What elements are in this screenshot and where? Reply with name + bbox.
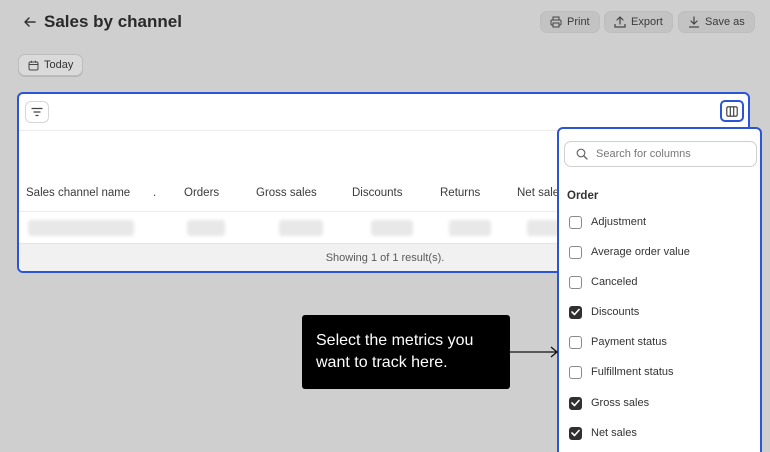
column-header[interactable]: .	[153, 187, 156, 199]
page-title: Sales by channel	[44, 12, 182, 31]
checkbox-checked[interactable]	[569, 305, 582, 319]
column-header[interactable]: Returns	[440, 187, 480, 199]
header-divider	[19, 211, 559, 212]
checkmark-icon	[571, 429, 580, 437]
download-icon	[689, 16, 699, 28]
column-option-adjustment[interactable]: Adjustment	[569, 214, 646, 230]
blurred-cell	[279, 220, 323, 236]
option-label: Fulfillment status	[591, 366, 674, 378]
calendar-icon	[28, 60, 39, 70]
blurred-cell	[371, 220, 413, 236]
checkbox-checked[interactable]	[569, 426, 582, 440]
column-header[interactable]: Discounts	[352, 187, 403, 199]
printer-icon	[550, 16, 562, 28]
checkbox-checked[interactable]	[569, 396, 582, 410]
checkmark-icon	[571, 399, 580, 407]
column-option-discounts[interactable]: Discounts	[569, 304, 639, 320]
export-button[interactable]: Export	[604, 11, 673, 33]
export-label: Export	[631, 16, 663, 28]
section-title: Order	[567, 190, 599, 202]
upload-icon	[614, 16, 626, 28]
save-as-label: Save as	[705, 16, 745, 28]
checkbox[interactable]	[569, 215, 582, 229]
option-label: Canceled	[591, 276, 638, 288]
report-page: Sales by channel Print Export Save as To…	[0, 0, 770, 452]
option-label: Adjustment	[591, 216, 647, 228]
column-header[interactable]: Orders	[184, 187, 219, 199]
checkmark-icon	[571, 308, 580, 316]
column-header[interactable]: Sales channel name	[26, 187, 130, 199]
checkbox[interactable]	[569, 245, 582, 259]
column-option-fulfillment-status[interactable]: Fulfillment status	[569, 364, 674, 380]
search-icon	[576, 148, 588, 160]
filter-button[interactable]	[25, 101, 49, 123]
print-label: Print	[567, 16, 590, 28]
blurred-cell	[449, 220, 491, 236]
columns-button[interactable]	[720, 100, 744, 122]
search-placeholder: Search for columns	[596, 148, 691, 160]
checkbox[interactable]	[569, 365, 582, 379]
option-label: Net sales	[591, 427, 637, 439]
option-label: Average order value	[591, 246, 690, 258]
column-search-input[interactable]: Search for columns	[564, 141, 757, 167]
back-arrow-icon[interactable]	[20, 12, 40, 32]
column-header[interactable]: Net sale	[517, 187, 559, 199]
columns-icon	[726, 105, 738, 117]
checkbox[interactable]	[569, 335, 582, 349]
print-button[interactable]: Print	[540, 11, 600, 33]
blurred-cell	[187, 220, 225, 236]
column-header[interactable]: Gross sales	[256, 187, 317, 199]
filter-icon	[31, 107, 43, 117]
blurred-cell	[28, 220, 134, 236]
option-label: Gross sales	[591, 397, 650, 409]
date-filter-button[interactable]: Today	[18, 54, 84, 76]
checkbox[interactable]	[569, 275, 582, 289]
column-picker-panel: Search for columns Order Adjustment Aver…	[557, 127, 762, 452]
column-option-gross-sales[interactable]: Gross sales	[569, 395, 649, 411]
arrow-right-icon	[510, 346, 559, 358]
option-label: Payment status	[591, 336, 667, 348]
column-option-canceled[interactable]: Canceled	[569, 274, 637, 290]
column-option-payment-status[interactable]: Payment status	[569, 334, 667, 350]
blurred-cell	[527, 220, 559, 236]
option-label: Discounts	[591, 306, 640, 318]
column-option-average-order-value[interactable]: Average order value	[569, 244, 690, 260]
onboarding-tooltip: Select the metrics you want to track her…	[302, 315, 510, 389]
save-as-button[interactable]: Save as	[678, 11, 755, 33]
date-filter-label: Today	[44, 59, 74, 71]
column-option-net-sales[interactable]: Net sales	[569, 425, 637, 441]
toolbar-divider	[19, 130, 559, 131]
